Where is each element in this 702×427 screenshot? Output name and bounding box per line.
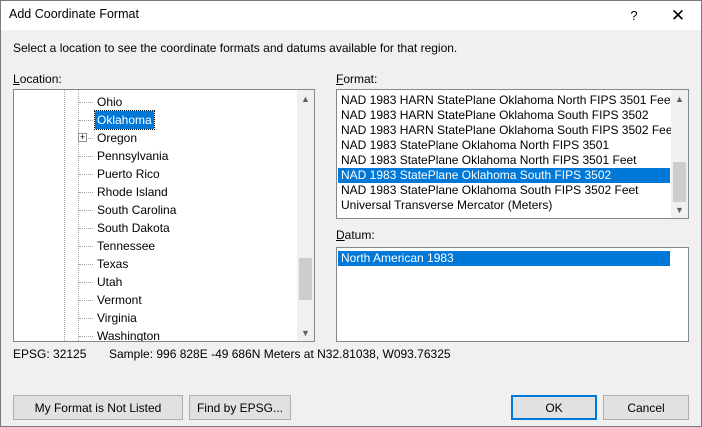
datum-list[interactable]: North American 1983: [336, 247, 689, 342]
tree-item[interactable]: Rhode Island: [14, 183, 297, 201]
title-bar: Add Coordinate Format ? ✕: [1, 1, 701, 30]
tree-item[interactable]: Texas: [14, 255, 297, 273]
dialog-title: Add Coordinate Format: [9, 7, 139, 21]
add-coordinate-format-dialog: Add Coordinate Format ? ✕ Select a locat…: [0, 0, 702, 427]
tree-item-label: South Dakota: [97, 221, 170, 235]
location-tree[interactable]: Ohio Oklahoma + Oregon Pennsylvania Puerto Ri…: [13, 89, 315, 342]
tree-item-label: Oklahoma: [94, 110, 155, 130]
list-item[interactable]: NAD 1983 StatePlane Oklahoma South FIPS …: [338, 183, 670, 198]
cancel-button[interactable]: Cancel: [603, 395, 689, 420]
scroll-up-arrow-icon[interactable]: ▲: [297, 90, 314, 107]
list-item[interactable]: NAD 1983 StatePlane Oklahoma North FIPS …: [338, 138, 670, 153]
scroll-thumb[interactable]: [673, 162, 686, 202]
tree-item-label: Washington: [97, 329, 160, 342]
tree-item-label: Pennsylvania: [97, 149, 169, 163]
tree-item[interactable]: Pennsylvania: [14, 147, 297, 165]
tree-item[interactable]: Ohio: [14, 93, 297, 111]
format-list[interactable]: NAD 1983 HARN StatePlane Oklahoma North …: [336, 89, 689, 219]
format-scrollbar[interactable]: ▲ ▼: [671, 90, 688, 218]
close-icon: ✕: [670, 5, 686, 25]
tree-item[interactable]: Oklahoma: [14, 110, 297, 130]
ok-button[interactable]: OK: [511, 395, 597, 420]
tree-item[interactable]: Virginia: [14, 309, 297, 327]
tree-item-label: Vermont: [97, 293, 142, 307]
tree-item[interactable]: South Dakota: [14, 219, 297, 237]
tree-item[interactable]: Puerto Rico: [14, 165, 297, 183]
sample-coordinates-text: Sample: 996 828E -49 686N Meters at N32.…: [109, 347, 451, 361]
tree-item[interactable]: Utah: [14, 273, 297, 291]
tree-item[interactable]: + Oregon: [14, 129, 297, 147]
format-label: Format:: [336, 72, 378, 86]
list-item[interactable]: NAD 1983 StatePlane Oklahoma South FIPS …: [338, 168, 670, 183]
list-item[interactable]: North American 1983: [338, 251, 670, 266]
tree-item-label: Tennessee: [97, 239, 156, 253]
list-item[interactable]: NAD 1983 HARN StatePlane Oklahoma South …: [338, 108, 670, 123]
tree-item[interactable]: Tennessee: [14, 237, 297, 255]
close-button[interactable]: ✕: [655, 1, 701, 30]
tree-item[interactable]: Washington: [14, 327, 297, 342]
tree-item-label: Utah: [97, 275, 123, 289]
list-item[interactable]: NAD 1983 StatePlane Oklahoma North FIPS …: [338, 153, 670, 168]
tree-item-label: Rhode Island: [97, 185, 168, 199]
list-item[interactable]: NAD 1983 HARN StatePlane Oklahoma North …: [338, 93, 674, 108]
tree-item[interactable]: South Carolina: [14, 201, 297, 219]
scroll-up-arrow-icon[interactable]: ▲: [671, 90, 688, 107]
scroll-thumb[interactable]: [299, 258, 312, 300]
tree-item-label: Ohio: [97, 95, 123, 109]
scroll-down-arrow-icon[interactable]: ▼: [671, 201, 688, 218]
epsg-code-text: EPSG: 32125: [13, 347, 87, 361]
tree-item-label: Texas: [97, 257, 129, 271]
tree-item-label: Oregon: [97, 131, 138, 145]
tree-item-label: Puerto Rico: [97, 167, 160, 181]
location-label: Location:: [13, 72, 62, 86]
tree-item[interactable]: Vermont: [14, 291, 297, 309]
location-scrollbar[interactable]: ▲ ▼: [297, 90, 314, 341]
datum-label: Datum:: [336, 228, 375, 242]
help-button[interactable]: ?: [611, 1, 657, 30]
find-by-epsg-button[interactable]: Find by EPSG...: [189, 395, 291, 420]
tree-item-label: South Carolina: [97, 203, 177, 217]
list-item[interactable]: Universal Transverse Mercator (Meters): [338, 198, 670, 213]
help-icon: ?: [630, 8, 638, 23]
instructions-text: Select a location to see the coordinate …: [13, 41, 458, 55]
tree-item-label: Virginia: [97, 311, 137, 325]
format-not-listed-button[interactable]: My Format is Not Listed: [13, 395, 183, 420]
scroll-down-arrow-icon[interactable]: ▼: [297, 324, 314, 341]
list-item[interactable]: NAD 1983 HARN StatePlane Oklahoma South …: [338, 123, 676, 138]
expand-icon[interactable]: +: [78, 133, 87, 142]
